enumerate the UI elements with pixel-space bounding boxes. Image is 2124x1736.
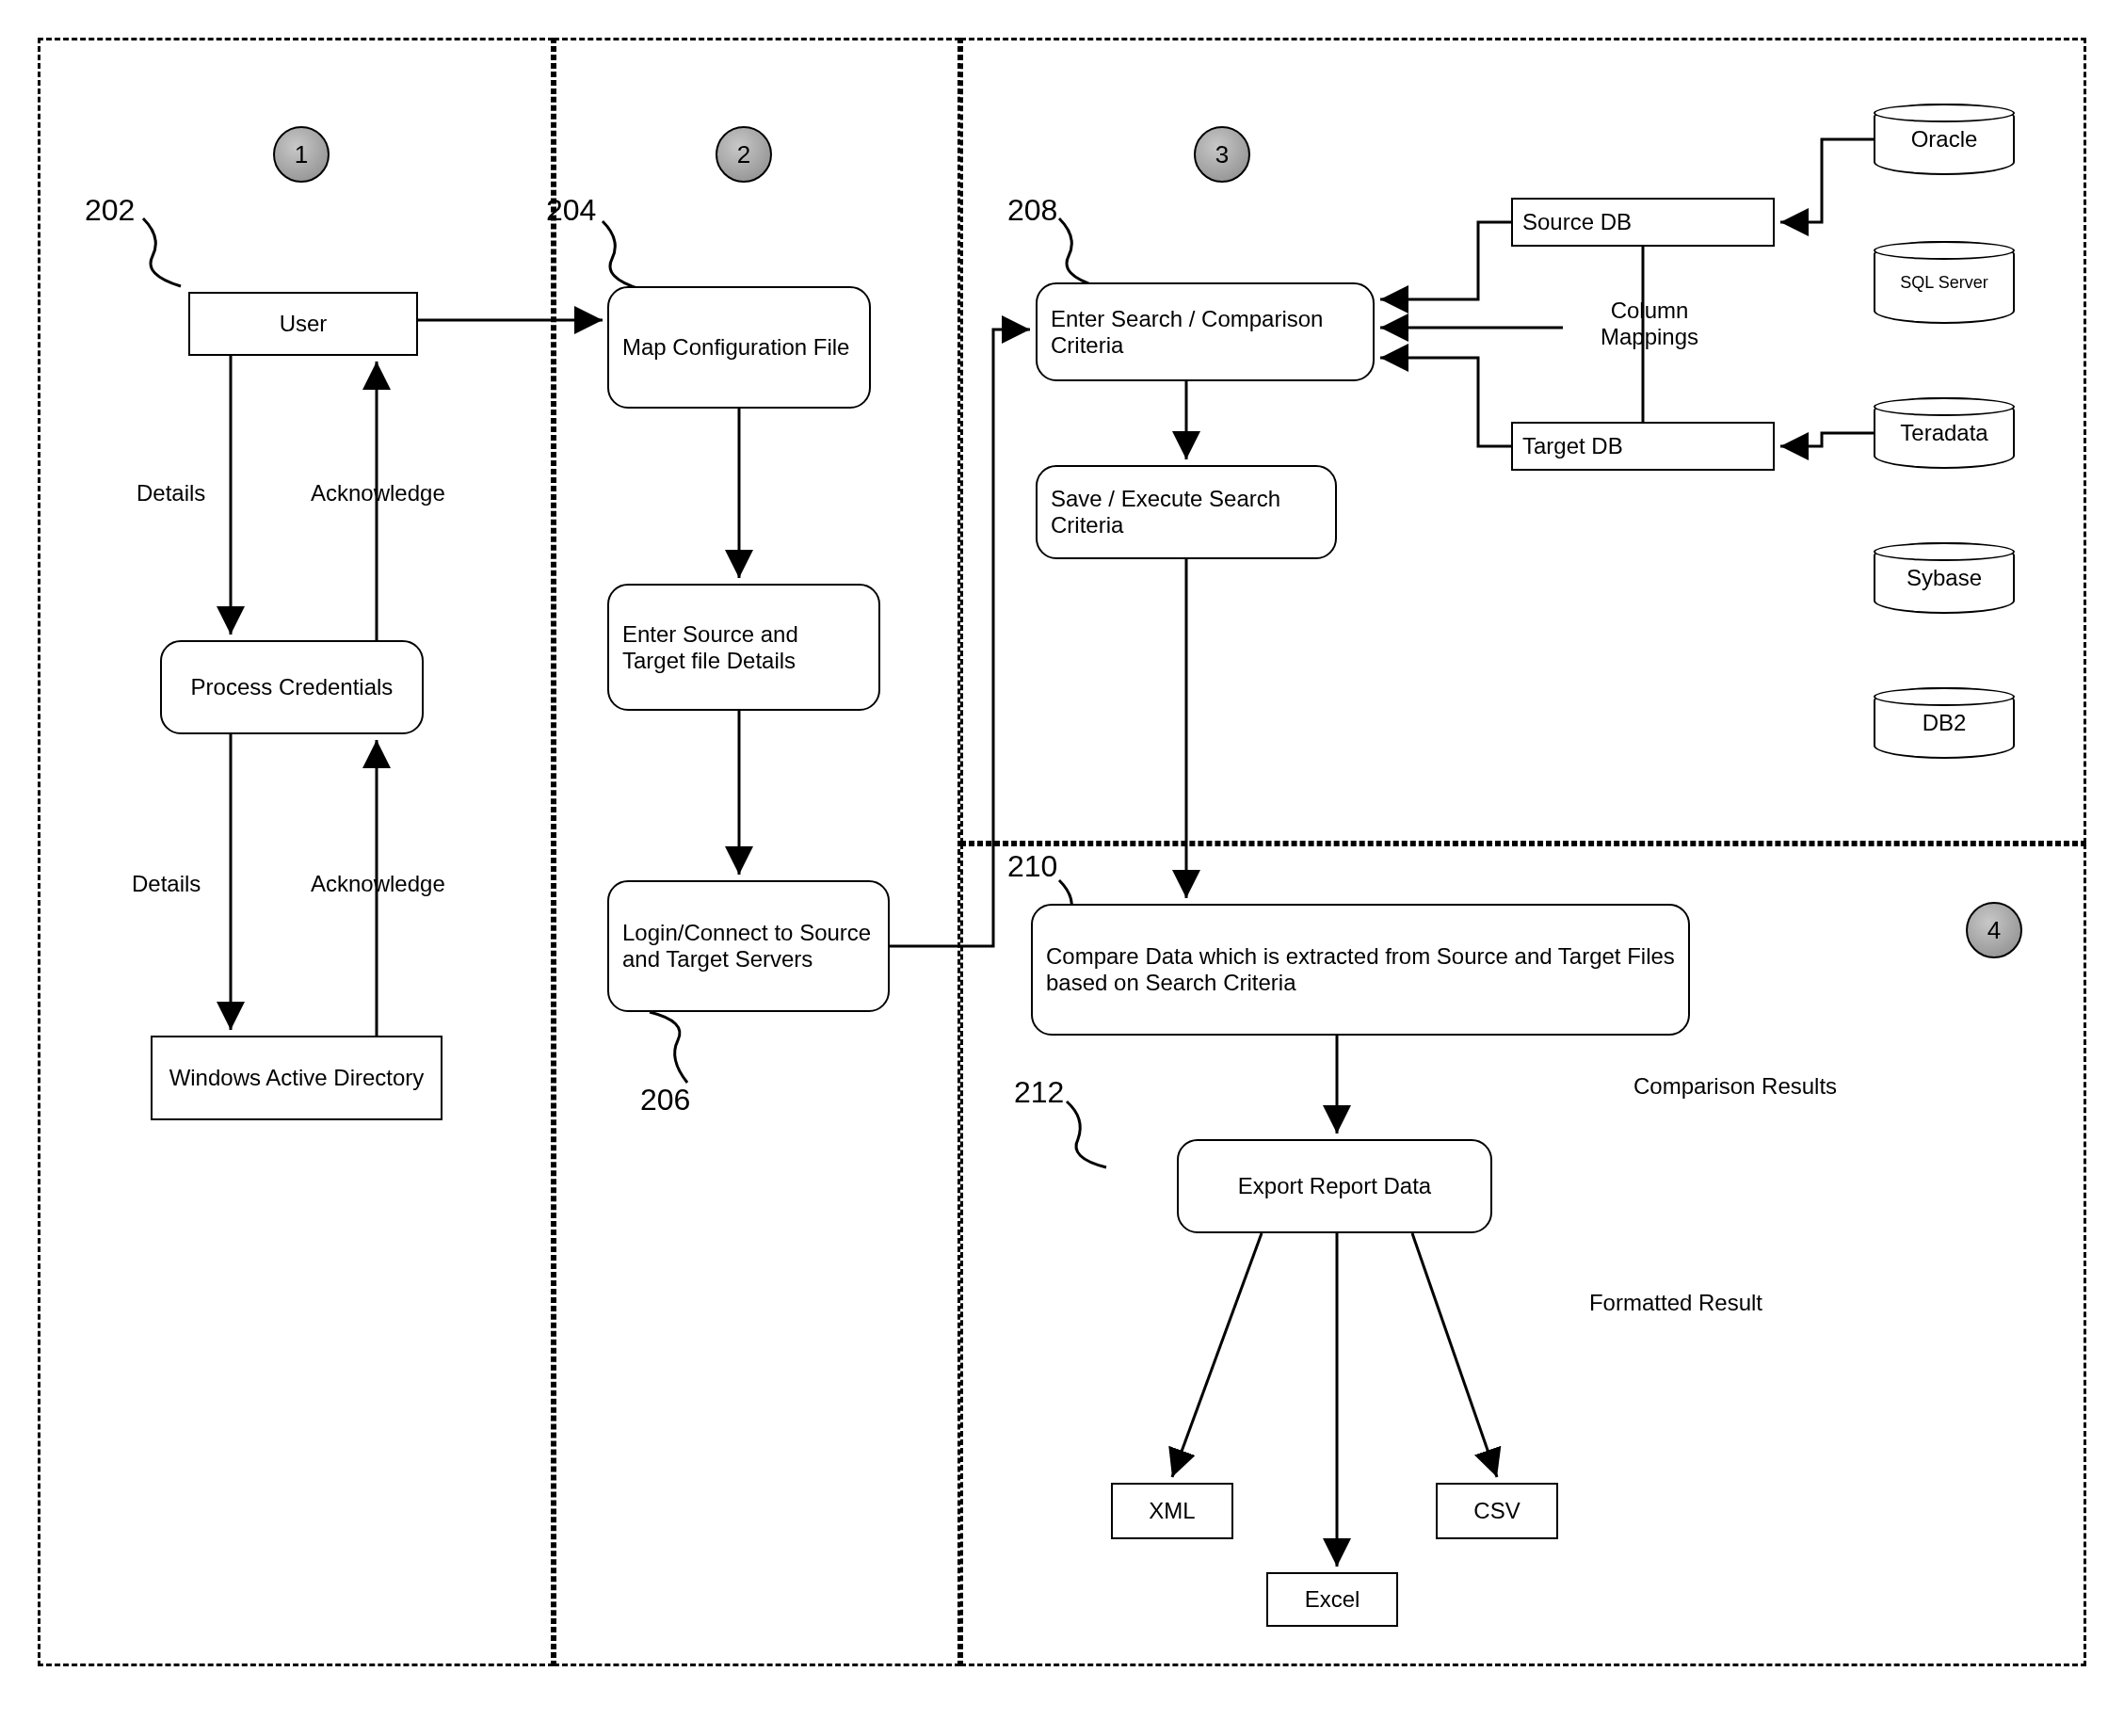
svg-line-12	[1412, 1233, 1497, 1477]
svg-line-10	[1172, 1233, 1262, 1477]
